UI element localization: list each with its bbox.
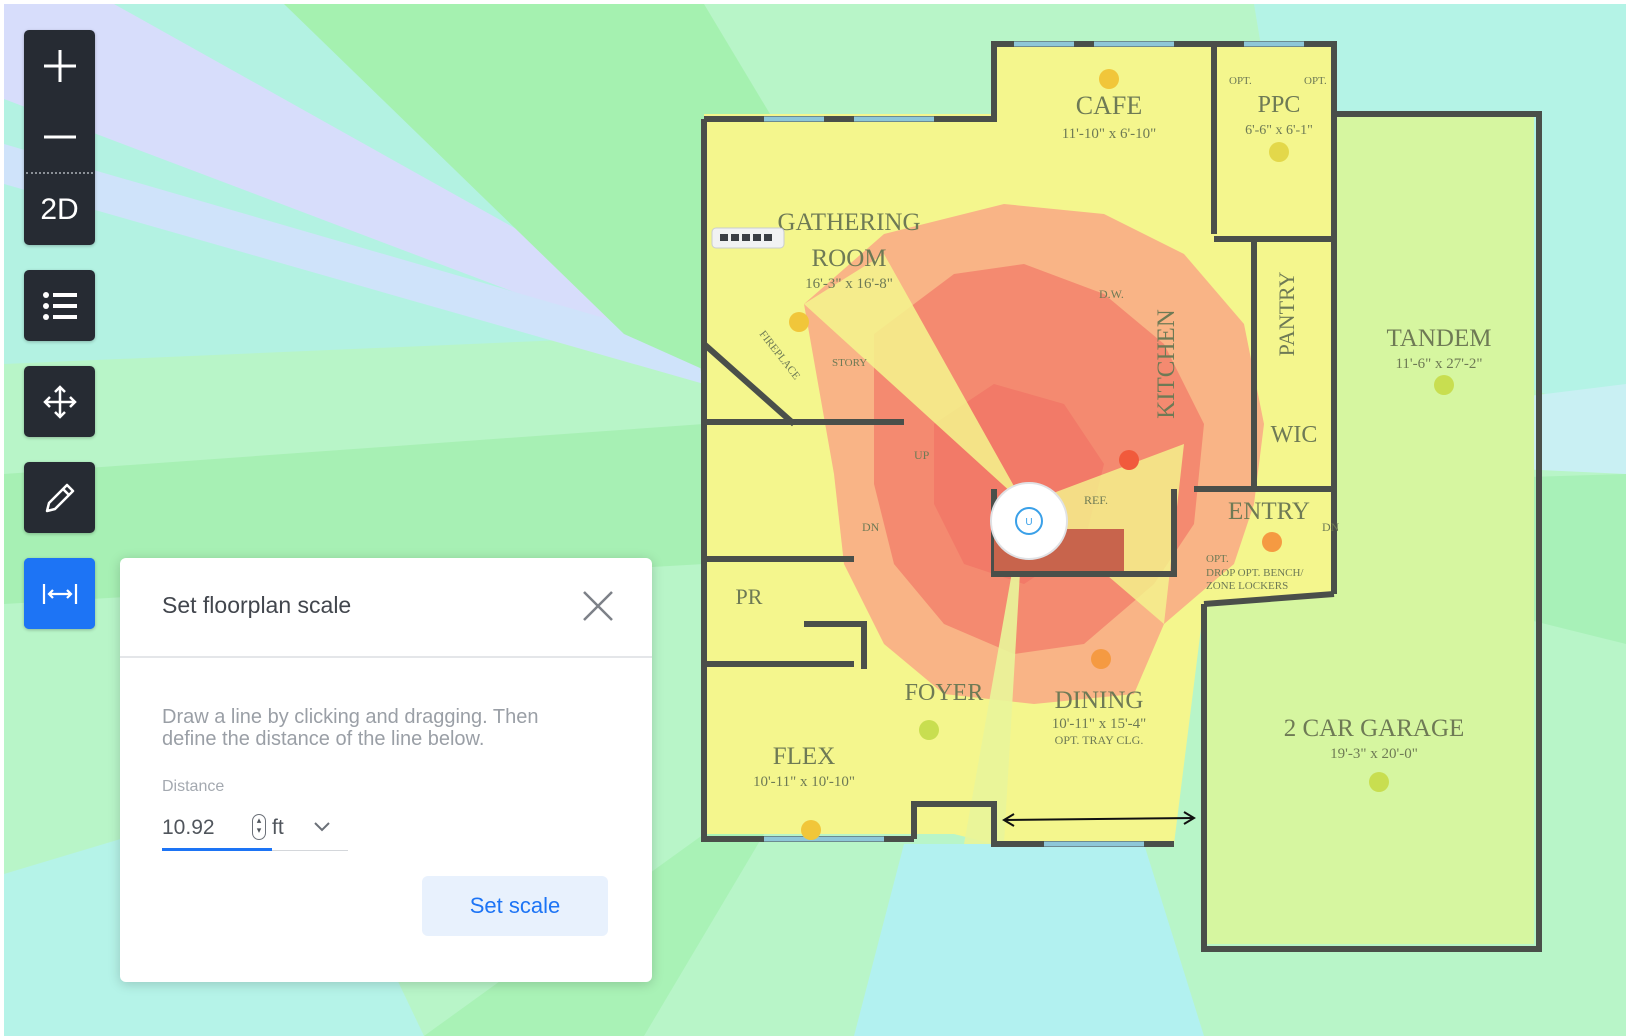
unit-select[interactable]: ft (272, 816, 284, 840)
small-label: REF. (1084, 493, 1108, 507)
room-label-room: ROOM (811, 245, 886, 272)
small-label: D.W. (1099, 287, 1124, 301)
distance-field: 10.92 ▴ ▾ ft (162, 808, 348, 851)
plus-icon (43, 49, 76, 82)
warning-dot-icon (801, 820, 821, 840)
dialog-header: Set floorplan scale (120, 558, 652, 658)
small-label: ZONE LOCKERS (1206, 580, 1288, 592)
small-label: OPT. (1206, 553, 1229, 565)
room-label-wic: WIC (1271, 422, 1318, 448)
warning-dot-icon (1434, 375, 1454, 395)
zoom-out-button[interactable] (24, 101, 95, 172)
dialog-title: Set floorplan scale (162, 592, 352, 618)
room-label-pantry: PANTRY (1274, 272, 1299, 357)
zoom-in-button[interactable] (24, 30, 95, 101)
warning-dot-icon (1369, 772, 1389, 792)
heatmap-region (854, 844, 1204, 1036)
draw-tool (24, 462, 95, 533)
room-label-flex: FLEX (773, 743, 836, 770)
room-label-pr: PR (736, 584, 763, 609)
scale-button[interactable] (24, 558, 95, 629)
dialog-description: Draw a line by clicking and dragging. Th… (162, 706, 539, 750)
close-button[interactable] (580, 588, 616, 624)
scale-tool (24, 558, 95, 629)
room-dims-flex: 10'-11" x 10'-10" (753, 774, 855, 790)
draw-button[interactable] (24, 462, 95, 533)
room-note-dining: OPT. TRAY CLG. (1055, 733, 1144, 747)
move-button[interactable] (24, 366, 95, 437)
room-label-garage: 2 CAR GARAGE (1284, 715, 1465, 742)
move-arrows-icon (42, 384, 77, 419)
small-label: DROP OPT. BENCH/ (1206, 567, 1304, 579)
access-point-icon: U (990, 482, 1068, 560)
room-label-entry: ENTRY (1228, 498, 1310, 525)
room-label-cafe: CAFE (1076, 91, 1142, 120)
warning-dot-icon (1269, 142, 1289, 162)
measure-width-icon (42, 583, 77, 604)
warning-dot-icon (1119, 450, 1139, 470)
minus-icon (43, 135, 76, 138)
room-label-kitchen: KITCHEN (1153, 309, 1180, 419)
room-label-foyer: FOYER (905, 680, 984, 706)
network-switch-icon (711, 227, 785, 249)
set-scale-dialog: Set floorplan scale Draw a line by click… (120, 558, 652, 982)
room-dims-tandem: 11'-6" x 27'-2" (1395, 356, 1482, 372)
warning-dot-icon (919, 720, 939, 740)
list-button[interactable] (24, 270, 95, 341)
warning-dot-icon (1099, 69, 1119, 89)
room-label-tandem: TANDEM (1387, 325, 1492, 352)
small-label: DN (1322, 520, 1340, 534)
room-dims-dining: 10'-11" x 15'-4" (1052, 716, 1147, 732)
small-label: STORY (832, 357, 867, 369)
small-label: OPT. (1229, 75, 1252, 87)
move-tool (24, 366, 95, 437)
warning-dot-icon (789, 312, 809, 332)
small-label: UP (914, 448, 930, 462)
set-scale-button[interactable]: Set scale (422, 876, 608, 936)
list-icon (42, 291, 77, 320)
room-dims-cafe: 11'-10" x 6'-10" (1062, 126, 1157, 142)
view-mode-label: 2D (40, 192, 79, 226)
distance-stepper[interactable]: ▴ ▾ (252, 814, 266, 840)
distance-label: Distance (162, 778, 225, 795)
warning-dot-icon (1091, 649, 1111, 669)
zoom-toolbar: 2D (24, 30, 95, 245)
small-label: DN (862, 520, 880, 534)
close-icon (583, 591, 613, 621)
small-label: OPT. (1304, 75, 1327, 87)
warning-dot-icon (1262, 532, 1282, 552)
room-dims-garage: 19'-3" x 20'-0" (1330, 746, 1418, 762)
room-label-gathering: GATHERING (777, 209, 920, 236)
room-dims-gathering: 16'-3" x 16'-8" (805, 276, 893, 292)
view-mode-button[interactable]: 2D (24, 174, 95, 245)
chevron-down-icon[interactable] (312, 820, 332, 834)
pencil-icon (45, 483, 74, 512)
list-tool (24, 270, 95, 341)
room-dims-ppc: 6'-6" x 6'-1" (1245, 123, 1313, 138)
room-label-dining: DINING (1055, 687, 1144, 714)
svg-text:U: U (1025, 517, 1032, 528)
room-label-ppc: PPC (1258, 92, 1301, 118)
